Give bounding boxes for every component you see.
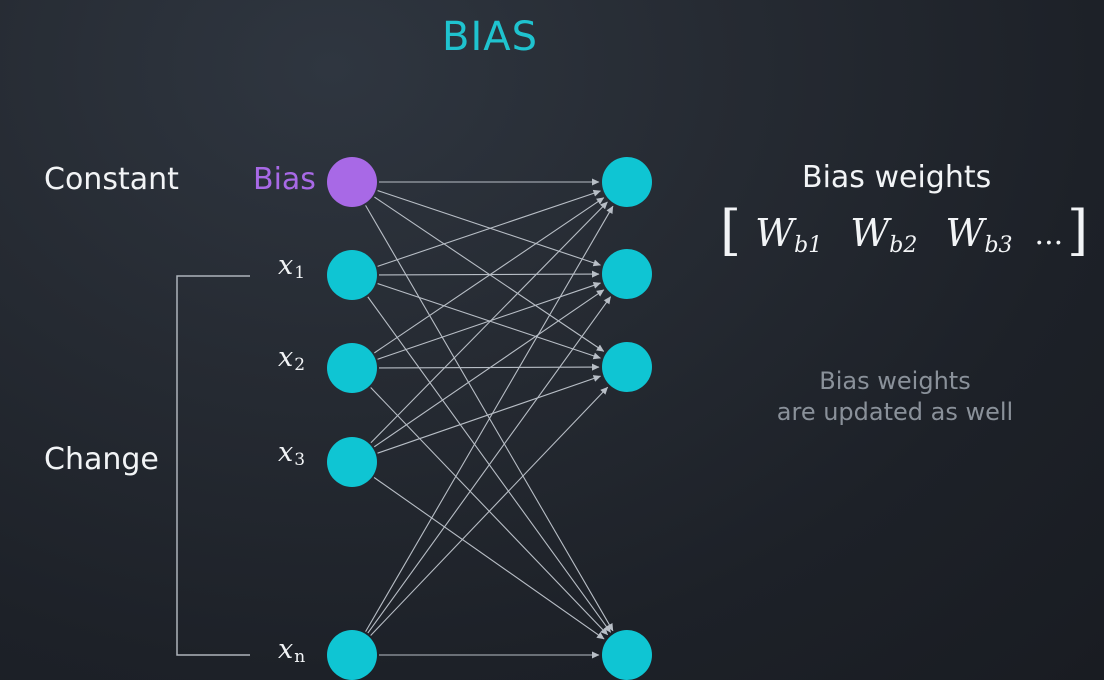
change-bracket-line: [176, 275, 250, 656]
input-node-x2: [327, 343, 377, 393]
input-node-xn: [327, 630, 377, 680]
hidden-node-3: [602, 342, 652, 392]
hidden-node-n: [602, 630, 652, 680]
connections: [365, 178, 614, 659]
network-diagram: [176, 157, 652, 680]
bias-node: [327, 157, 377, 207]
input-node-x3: [327, 437, 377, 487]
connection-arrow: [377, 375, 602, 454]
hidden-node-1: [602, 157, 652, 207]
hidden-node-2: [602, 249, 652, 299]
input-node-x1: [327, 250, 377, 300]
connection-arrow: [370, 201, 608, 444]
